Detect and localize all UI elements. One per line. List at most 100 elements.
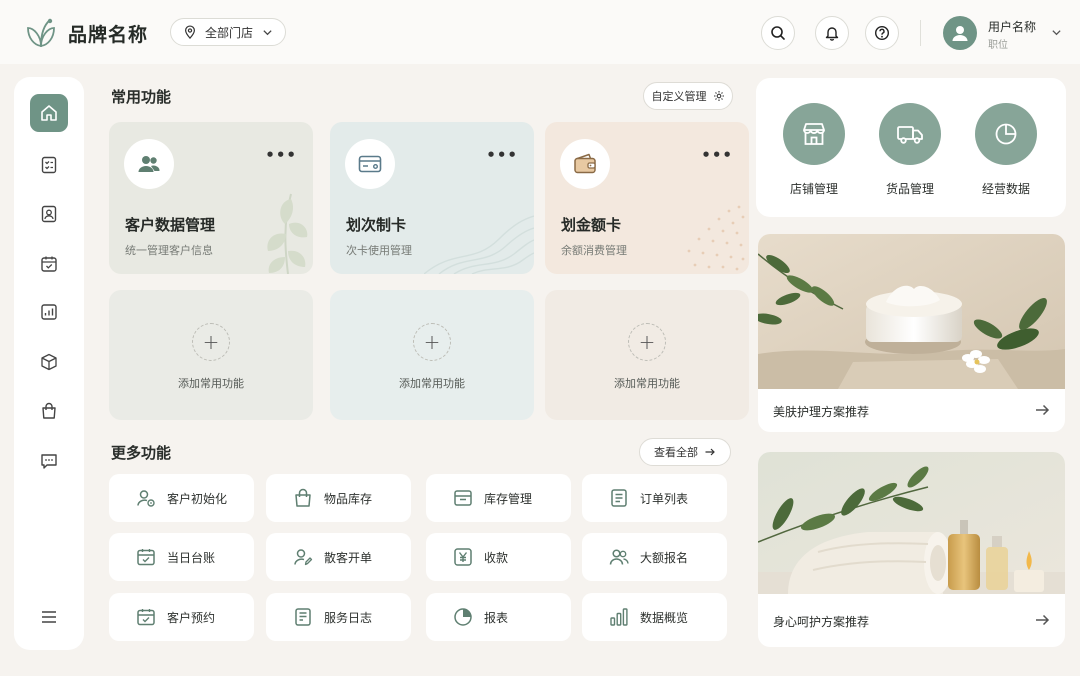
wallet-icon <box>574 153 596 174</box>
sidebar-item-reports[interactable] <box>30 293 68 331</box>
more-options-icon[interactable]: ••• <box>265 146 297 164</box>
calendar-check-icon <box>137 609 155 626</box>
promo-caption: 身心呵护方案推荐 <box>773 615 870 629</box>
card-subtitle: 统一管理客户信息 <box>125 244 213 257</box>
arrow-right-icon[interactable] <box>1034 612 1050 628</box>
quick-item-store[interactable]: 店铺管理 <box>774 103 854 197</box>
card-icon-circle <box>560 139 610 189</box>
more-item-customer-init[interactable]: 客户初始化 <box>109 474 254 522</box>
notification-button[interactable] <box>815 16 849 50</box>
more-item-label: 大额报名 <box>640 550 689 565</box>
more-item-order-list[interactable]: 订单列表 <box>582 474 727 522</box>
bag-icon <box>42 402 56 419</box>
sidebar-item-orders[interactable] <box>30 392 68 430</box>
add-common-function-card[interactable]: + 添加常用功能 <box>330 290 534 420</box>
more-item-label: 库存管理 <box>484 491 533 506</box>
pie-chart-icon <box>454 608 472 626</box>
more-item-reports[interactable]: 报表 <box>426 593 571 641</box>
customize-button-label: 自定义管理 <box>651 90 707 103</box>
users-icon <box>138 156 160 172</box>
plus-icon: + <box>192 323 230 361</box>
quick-item-label: 货品管理 <box>885 182 934 196</box>
view-all-label: 查看全部 <box>654 446 698 459</box>
store-select-value: 全部门店 <box>205 25 254 40</box>
promo-card-bodycare[interactable]: 身心呵护方案推荐 <box>758 452 1065 647</box>
more-item-payment[interactable]: 收款 <box>426 533 571 581</box>
more-item-label: 客户初始化 <box>167 491 228 506</box>
brand-logo-icon <box>27 18 55 48</box>
more-functions-title: 更多功能 <box>111 444 172 462</box>
more-item-label: 订单列表 <box>640 491 689 506</box>
promo-card-skincare[interactable]: 美肤护理方案推荐 <box>758 234 1065 432</box>
add-common-function-card[interactable]: + 添加常用功能 <box>545 290 749 420</box>
location-pin-icon <box>185 25 195 39</box>
card-title: 划金额卡 <box>561 216 622 234</box>
sidebar-item-schedule[interactable] <box>30 245 68 283</box>
sidebar-item-messages[interactable] <box>30 442 68 480</box>
search-icon <box>771 26 785 40</box>
more-item-walkin-order[interactable]: 散客开单 <box>266 533 411 581</box>
brand-name: 品牌名称 <box>68 24 149 46</box>
plus-icon: + <box>628 323 666 361</box>
sidebar <box>14 77 84 650</box>
card-subtitle: 余额消费管理 <box>561 244 627 257</box>
more-item-appointment[interactable]: 客户预约 <box>109 593 254 641</box>
more-options-icon[interactable]: ••• <box>486 146 518 164</box>
message-icon <box>41 454 57 469</box>
more-item-data-overview[interactable]: 数据概览 <box>582 593 727 641</box>
add-function-label: 添加常用功能 <box>614 377 680 390</box>
store-icon <box>803 123 825 145</box>
search-button[interactable] <box>761 16 795 50</box>
checklist-icon <box>41 156 57 174</box>
store-select[interactable]: 全部门店 <box>170 18 286 46</box>
customize-button[interactable]: 自定义管理 <box>643 82 733 110</box>
more-options-icon[interactable]: ••• <box>701 146 733 164</box>
truck-icon <box>897 126 923 144</box>
more-item-label: 报表 <box>484 610 509 625</box>
arrow-right-icon <box>705 448 715 456</box>
sidebar-menu-toggle[interactable] <box>30 598 68 636</box>
top-header: 品牌名称 全部门店 用户名称 职位 <box>0 0 1080 64</box>
promo-caption: 美肤护理方案推荐 <box>773 405 870 419</box>
function-card-value-card[interactable]: ••• 划金额卡 余额消费管理 <box>545 122 749 274</box>
chevron-down-icon <box>263 30 272 36</box>
help-button[interactable] <box>865 16 899 50</box>
sidebar-item-home[interactable] <box>30 94 68 132</box>
user-menu-chevron-icon[interactable] <box>1051 27 1062 38</box>
more-item-inventory[interactable]: 库存管理 <box>426 474 571 522</box>
chart-icon <box>41 304 57 320</box>
add-common-function-card[interactable]: + 添加常用功能 <box>109 290 313 420</box>
users-icon <box>609 549 629 565</box>
more-item-label: 散客开单 <box>324 550 373 565</box>
card-icon-circle <box>345 139 395 189</box>
view-all-button[interactable]: 查看全部 <box>639 438 731 466</box>
sidebar-item-tasks[interactable] <box>30 146 68 184</box>
dots-decoration-icon <box>687 205 745 271</box>
sidebar-item-customers[interactable] <box>30 195 68 233</box>
quick-item-goods[interactable]: 货品管理 <box>870 103 950 197</box>
more-item-label: 数据概览 <box>640 610 689 625</box>
order-list-icon <box>611 489 627 507</box>
quick-item-label: 店铺管理 <box>789 182 838 196</box>
box-icon <box>41 353 57 371</box>
function-card-customer-data[interactable]: ••• 客户数据管理 统一管理客户信息 <box>109 122 313 274</box>
menu-icon <box>42 611 56 623</box>
quick-item-business-data[interactable]: 经营数据 <box>966 103 1046 197</box>
quick-item-label: 经营数据 <box>981 182 1030 196</box>
bar-chart-icon <box>610 608 628 626</box>
user-avatar-icon <box>952 26 968 41</box>
more-item-large-signup[interactable]: 大额报名 <box>582 533 727 581</box>
more-item-item-stock[interactable]: 物品库存 <box>266 474 411 522</box>
leaf-decoration-icon <box>267 193 308 274</box>
log-icon <box>295 608 311 626</box>
add-function-label: 添加常用功能 <box>399 377 465 390</box>
sidebar-item-products[interactable] <box>30 343 68 381</box>
avatar[interactable] <box>943 16 977 50</box>
common-functions-title: 常用功能 <box>111 88 172 106</box>
function-card-punch-card[interactable]: ••• 划次制卡 次卡使用管理 <box>330 122 534 274</box>
more-item-service-log[interactable]: 服务日志 <box>266 593 411 641</box>
more-item-daily-ledger[interactable]: 当日台账 <box>109 533 254 581</box>
arrow-right-icon[interactable] <box>1034 402 1050 418</box>
user-badge-icon <box>41 205 57 223</box>
skincare-product-image <box>758 234 1065 389</box>
